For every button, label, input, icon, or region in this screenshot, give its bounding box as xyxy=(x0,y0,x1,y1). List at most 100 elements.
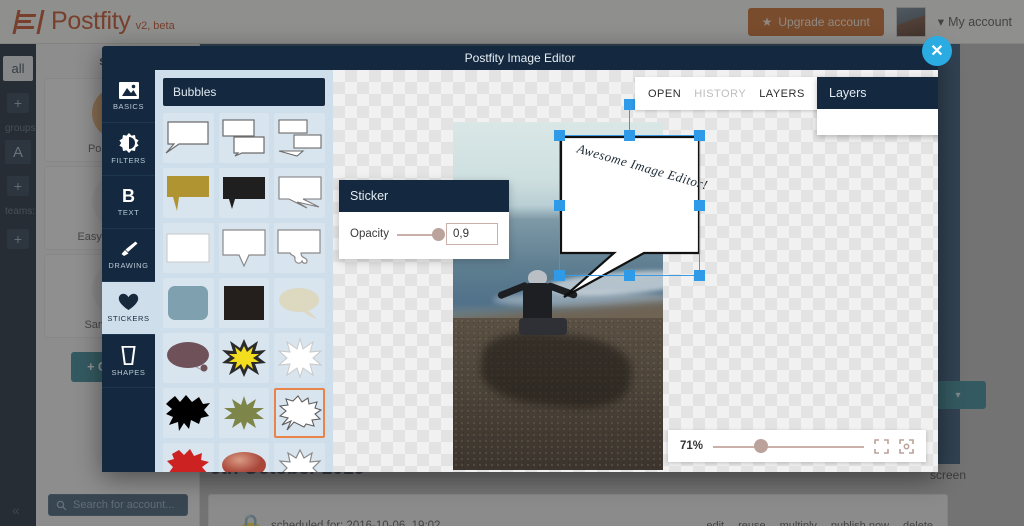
editor-body: BASICS FILTERS B TEXT DRAWING STICKERS S… xyxy=(102,70,938,472)
handle-top-right[interactable] xyxy=(694,130,705,141)
opacity-slider-knob[interactable] xyxy=(432,228,446,241)
chevron-down-icon: ▾ xyxy=(937,15,945,29)
layers-panel: Layers ^ xyxy=(817,77,938,135)
brand-version: v2, beta xyxy=(135,20,175,32)
sticker-item-red-splat[interactable] xyxy=(163,443,214,472)
post-actions: edit reuse multiply publish now delete xyxy=(706,520,933,526)
sticker-library-pane: Bubbles xyxy=(155,70,333,472)
handle-top-left[interactable] xyxy=(554,130,565,141)
rail-add-account-button[interactable]: + xyxy=(7,93,29,113)
opacity-slider[interactable] xyxy=(397,227,446,241)
handle-bottom-center[interactable] xyxy=(624,270,635,281)
post-action-edit[interactable]: edit xyxy=(706,520,724,526)
bold-b-icon: B xyxy=(122,186,135,206)
handle-bottom-right[interactable] xyxy=(694,270,705,281)
sticker-item-gold-tail[interactable] xyxy=(163,168,214,218)
post-action-reuse[interactable]: reuse xyxy=(738,520,766,526)
screen-root: Postfity v2, beta ★ Upgrade account ▾ My… xyxy=(0,0,1024,526)
brand-logo[interactable]: Postfity v2, beta xyxy=(12,7,175,36)
sticker-item-white-zigzag[interactable] xyxy=(274,168,325,218)
background-dropdown[interactable]: ▾ xyxy=(930,381,986,409)
tool-stickers[interactable]: STICKERS xyxy=(102,282,155,335)
editor-menu-bar: OPEN HISTORY LAYERS SAVE xyxy=(635,77,874,110)
postfity-logo-icon xyxy=(12,9,45,35)
handle-bottom-left[interactable] xyxy=(554,270,565,281)
star-icon: ★ xyxy=(761,14,773,29)
layers-panel-body xyxy=(817,109,938,135)
menu-open[interactable]: OPEN xyxy=(648,88,681,100)
layers-panel-header[interactable]: Layers ^ xyxy=(817,77,938,109)
tool-label: STICKERS xyxy=(107,314,150,323)
tool-label: FILTERS xyxy=(111,156,146,165)
search-account-input[interactable]: Search for account... xyxy=(48,494,188,516)
collapse-rail-icon[interactable]: « xyxy=(12,502,20,518)
sticker-item-white-star[interactable] xyxy=(274,443,325,472)
sticker-item-double-rect[interactable] xyxy=(218,113,270,163)
lock-icon: 🔒 xyxy=(237,513,265,526)
top-bar: Postfity v2, beta ★ Upgrade account ▾ My… xyxy=(0,0,1024,44)
sticker-item-dark-square[interactable] xyxy=(218,278,270,328)
post-action-delete[interactable]: delete xyxy=(903,520,933,526)
zoom-slider-knob[interactable] xyxy=(753,439,768,453)
sticker-category-title[interactable]: Bubbles xyxy=(163,78,325,106)
rotate-handle[interactable] xyxy=(624,99,635,110)
heart-icon xyxy=(118,293,139,311)
post-action-multiply[interactable]: multiply xyxy=(780,520,817,526)
image-icon xyxy=(118,81,139,99)
zoom-slider[interactable] xyxy=(713,439,864,453)
zoom-slider-track xyxy=(713,446,864,448)
selected-sticker[interactable]: Awesome Image Editor! xyxy=(531,99,728,308)
rail-add-team-button[interactable]: + xyxy=(7,229,29,249)
sticker-item-white-burst-soft[interactable] xyxy=(274,333,325,383)
search-icon xyxy=(56,500,67,510)
opacity-label: Opacity xyxy=(350,228,389,240)
tool-filters[interactable]: FILTERS xyxy=(102,123,155,176)
tool-shapes[interactable]: SHAPES xyxy=(102,335,155,388)
rail-tab-all[interactable]: all xyxy=(3,56,33,81)
post-schedule-text: scheduled for: 2016-10-06, 19:02 xyxy=(271,520,441,526)
menu-layers[interactable]: LAYERS xyxy=(759,88,805,100)
brand-name: Postfity xyxy=(51,7,131,35)
tool-basics[interactable]: BASICS xyxy=(102,70,155,123)
sticker-item-black-jagged[interactable] xyxy=(163,388,214,438)
sticker-item-yellow-burst[interactable] xyxy=(218,333,270,383)
handle-top-center[interactable] xyxy=(624,130,635,141)
search-account-placeholder: Search for account... xyxy=(73,499,175,511)
upgrade-account-button[interactable]: ★ Upgrade account xyxy=(747,7,884,36)
image-editor-modal: Postfity Image Editor ✕ BASICS FILTERS B… xyxy=(102,36,952,472)
my-account-menu[interactable]: ▾ My account xyxy=(937,14,1012,30)
sticker-item-blue-rounded[interactable] xyxy=(163,278,214,328)
tool-label: BASICS xyxy=(112,101,145,111)
tool-drawing[interactable]: DRAWING xyxy=(102,229,155,282)
rail-add-group-button[interactable]: + xyxy=(7,176,29,196)
post-action-publish-now[interactable]: publish now xyxy=(831,520,889,526)
handle-mid-right[interactable] xyxy=(694,200,705,211)
handle-mid-left[interactable] xyxy=(554,200,565,211)
sticker-item-mauve-oval[interactable] xyxy=(163,333,214,383)
tool-label: TEXT xyxy=(117,208,140,217)
rail-group-a[interactable]: A xyxy=(5,140,31,164)
sticker-item-olive-burst[interactable] xyxy=(218,388,270,438)
opacity-input[interactable]: 0,9 xyxy=(446,223,498,245)
sticker-item-down-point[interactable] xyxy=(218,223,270,273)
sticker-item-white-burst-tail[interactable] xyxy=(274,388,325,438)
close-icon[interactable]: ✕ xyxy=(922,36,952,66)
sticker-item-rect-tail-left[interactable] xyxy=(163,113,214,163)
sticker-item-red-oval[interactable] xyxy=(218,443,270,472)
sticker-item-black-tail[interactable] xyxy=(218,168,270,218)
sticker-item-cream-oval[interactable] xyxy=(274,278,325,328)
my-account-label: My account xyxy=(948,14,1012,29)
top-bar-right: ★ Upgrade account ▾ My account xyxy=(747,6,1012,37)
sticker-grid xyxy=(163,113,325,472)
selection-box xyxy=(559,135,700,276)
sticker-item-triple-rect[interactable] xyxy=(274,113,325,163)
sticker-item-squiggle-tail[interactable] xyxy=(274,223,325,273)
tool-text[interactable]: B TEXT xyxy=(102,176,155,229)
editor-canvas[interactable]: Awesome Image Editor! OPEN HISTORY LAYER… xyxy=(333,70,938,472)
fit-screen-icon[interactable] xyxy=(874,438,889,454)
avatar[interactable] xyxy=(895,6,926,37)
sticker-properties-title: Sticker xyxy=(339,180,509,212)
rail-groups-label: groups: xyxy=(5,123,39,134)
sticker-item-plain-rect[interactable] xyxy=(163,223,214,273)
center-focus-icon[interactable] xyxy=(899,438,914,454)
